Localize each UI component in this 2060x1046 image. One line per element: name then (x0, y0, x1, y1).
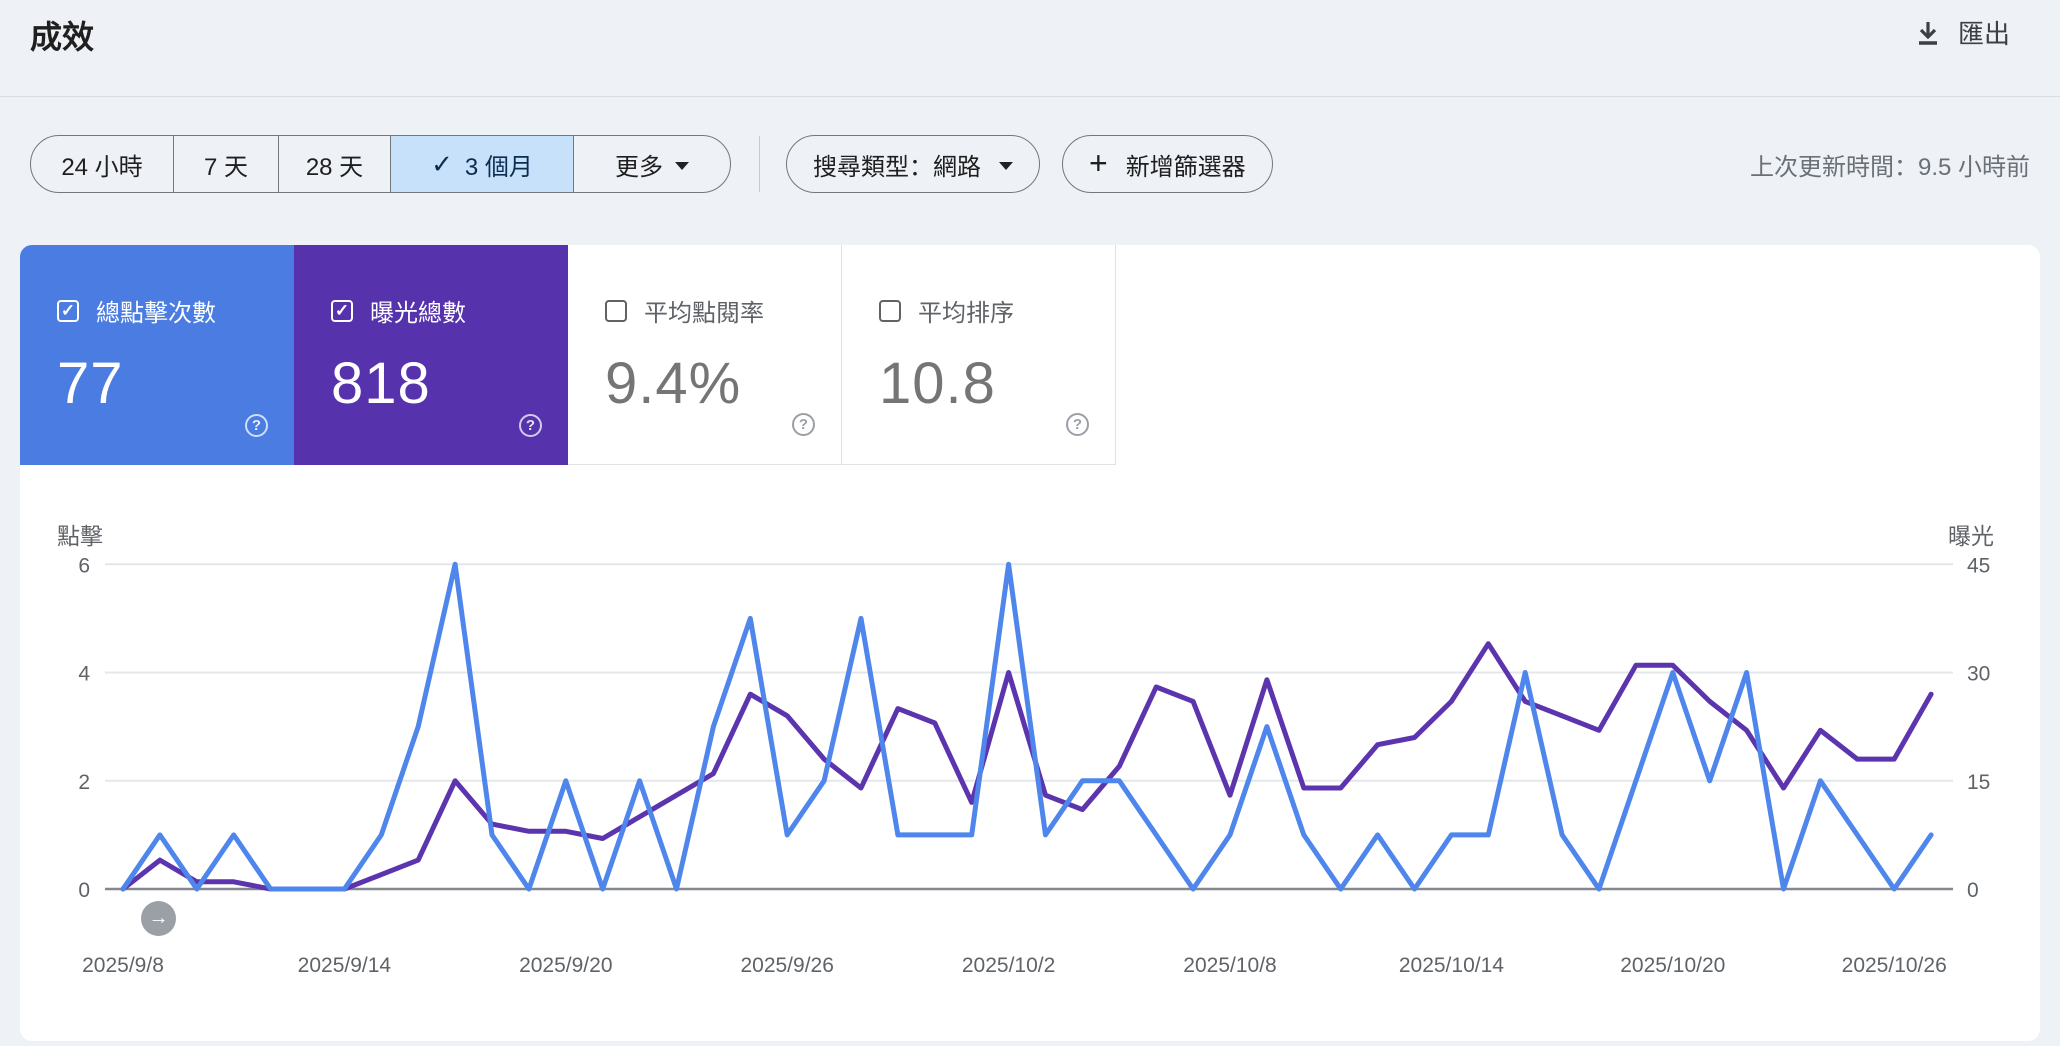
x-axis-tick: 2025/9/20 (519, 954, 612, 977)
checkbox-icon[interactable] (605, 300, 627, 322)
help-icon[interactable]: ? (1066, 413, 1089, 436)
export-label: 匯出 (1958, 14, 2010, 51)
chart-canvas[interactable]: 6 4 2 0 45 30 15 0 2025/9/8 2025/9/14 2025/9/20 202… (20, 465, 2040, 1041)
filters-toolbar: 24 小時 7 天 28 天 ✓ 3 個月 更多 搜尋類型：網路 + 新增篩選器… (30, 135, 2030, 193)
date-range-7d-label: 7 天 (204, 147, 248, 182)
toolbar-divider (759, 136, 760, 192)
x-axis-tick: 2025/10/8 (1183, 954, 1276, 977)
date-range-28d-label: 28 天 (306, 147, 363, 182)
metric-card-position[interactable]: 平均排序 10.8 ? (842, 245, 1116, 465)
date-range-24h[interactable]: 24 小時 (31, 136, 174, 192)
x-axis-tick: 2025/9/8 (82, 954, 164, 977)
metric-card-clicks[interactable]: ✓ 總點擊次數 77 ? (20, 245, 294, 465)
metric-card-ctr[interactable]: 平均點閱率 9.4% ? (568, 245, 842, 465)
checkbox-icon[interactable] (879, 300, 901, 322)
y-axis-tick-right: 30 (1967, 663, 1990, 686)
checkbox-checked-icon[interactable]: ✓ (57, 300, 79, 322)
x-axis-tick: 2025/10/20 (1620, 954, 1725, 977)
checkbox-checked-icon[interactable]: ✓ (331, 300, 353, 322)
metric-card-clicks-value: 77 (57, 350, 294, 417)
plus-icon: + (1089, 147, 1108, 179)
help-icon[interactable]: ? (519, 414, 542, 437)
search-type-chip[interactable]: 搜尋類型：網路 (786, 135, 1040, 193)
help-icon[interactable]: ? (245, 414, 268, 437)
chevron-down-icon (999, 162, 1013, 170)
export-button[interactable]: 匯出 (1914, 14, 2010, 51)
chevron-down-icon (675, 162, 689, 170)
x-axis-tick: 2025/10/26 (1842, 954, 1947, 977)
scroll-right-button[interactable]: → (141, 901, 176, 936)
y-axis-tick-left: 6 (78, 554, 90, 577)
date-range-24h-label: 24 小時 (61, 147, 142, 182)
date-range-more[interactable]: 更多 (574, 136, 730, 192)
y-axis-tick-left: 2 (78, 771, 90, 794)
help-icon[interactable]: ? (792, 413, 815, 436)
y-axis-tick-left: 4 (78, 663, 90, 686)
x-axis-tick: 2025/10/14 (1399, 954, 1504, 977)
date-range-3m-label: 3 個月 (465, 147, 533, 182)
date-range-28d[interactable]: 28 天 (279, 136, 391, 192)
metric-card-impressions-label: 曝光總數 (370, 293, 466, 328)
y-axis-tick-right: 0 (1967, 879, 1979, 902)
metric-card-ctr-label: 平均點閱率 (644, 293, 764, 328)
report-panel: ✓ 總點擊次數 77 ? ✓ 曝光總數 818 ? 平均點閱率 9.4% ? (20, 245, 2040, 1041)
x-axis-tick: 2025/9/26 (740, 954, 833, 977)
header-divider (0, 96, 2060, 97)
metric-card-position-label: 平均排序 (918, 293, 1014, 328)
date-range-filter: 24 小時 7 天 28 天 ✓ 3 個月 更多 (30, 135, 731, 193)
metric-card-impressions[interactable]: ✓ 曝光總數 818 ? (294, 245, 568, 465)
y-axis-tick-right: 45 (1967, 554, 1990, 577)
impressions-line (123, 644, 1931, 889)
x-axis-tick: 2025/10/2 (962, 954, 1055, 977)
date-range-3months-selected[interactable]: ✓ 3 個月 (391, 136, 574, 192)
metric-card-ctr-value: 9.4% (605, 350, 841, 417)
date-range-more-label: 更多 (615, 147, 663, 182)
page-title: 成效 (30, 12, 94, 58)
last-updated-text: 上次更新時間：9.5 小時前 (1750, 147, 2030, 182)
metric-card-impressions-value: 818 (331, 350, 568, 417)
download-icon (1914, 19, 1942, 47)
add-filter-chip[interactable]: + 新增篩選器 (1062, 135, 1273, 193)
add-filter-label: 新增篩選器 (1126, 147, 1246, 182)
check-icon: ✓ (431, 149, 453, 180)
x-axis-tick: 2025/9/14 (298, 954, 392, 977)
y-axis-tick-right: 15 (1967, 771, 1990, 794)
date-range-7d[interactable]: 7 天 (174, 136, 279, 192)
search-type-label: 搜尋類型：網路 (813, 147, 981, 182)
metric-card-clicks-label: 總點擊次數 (96, 293, 216, 328)
metric-card-position-value: 10.8 (879, 350, 1115, 417)
performance-chart[interactable]: 點擊 曝光 642045301502025/9/82025/9/142025/9… (20, 465, 2040, 1041)
metric-cards-row: ✓ 總點擊次數 77 ? ✓ 曝光總數 818 ? 平均點閱率 9.4% ? (20, 245, 1116, 465)
y-axis-tick-left: 0 (78, 879, 90, 902)
